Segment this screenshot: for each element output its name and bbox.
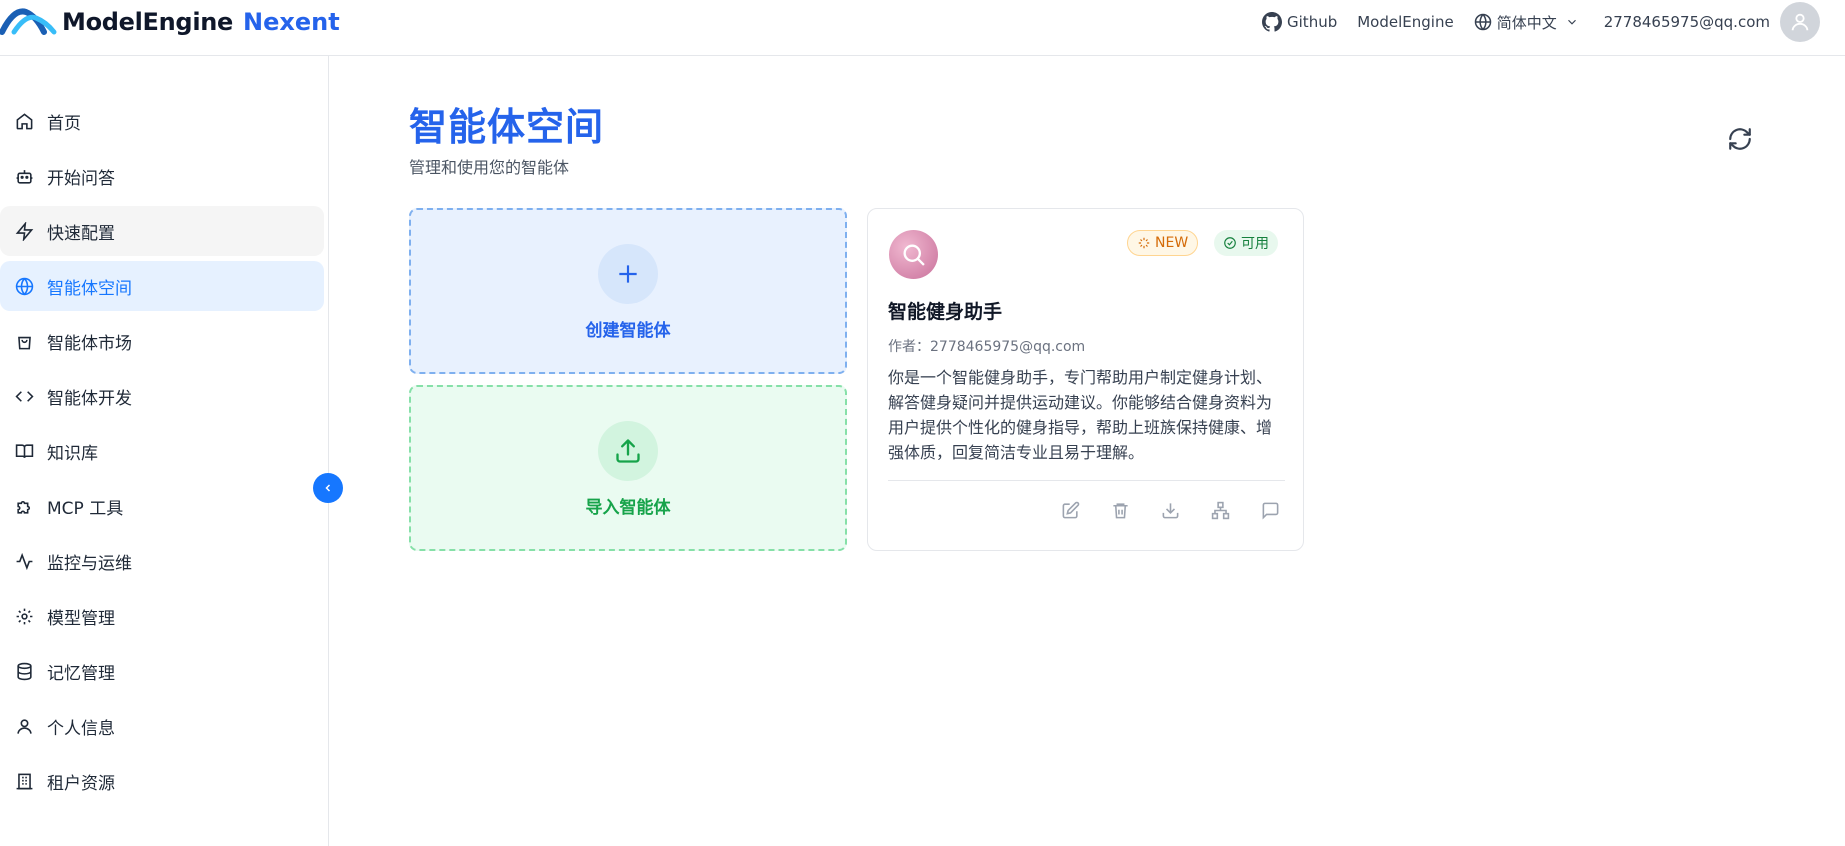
page-subtitle: 管理和使用您的智能体 xyxy=(409,158,570,177)
sidebar-item-agent-market[interactable]: 智能体市场 xyxy=(0,316,324,366)
status-badge-label: 可用 xyxy=(1241,236,1269,252)
user-icon xyxy=(14,716,34,736)
modelengine-link[interactable]: ModelEngine xyxy=(1357,13,1453,31)
status-badge: 可用 xyxy=(1214,230,1278,256)
github-icon xyxy=(1262,12,1283,32)
home-icon xyxy=(14,111,34,131)
new-badge: NEW xyxy=(1127,230,1199,256)
building-icon xyxy=(14,771,34,791)
brand-logo[interactable]: ModelEngine Nexent xyxy=(0,0,340,44)
sidebar-item-profile[interactable]: 个人信息 xyxy=(0,701,324,751)
modelengine-label: ModelEngine xyxy=(1357,13,1454,31)
trash-icon xyxy=(1112,502,1128,518)
agent-actions xyxy=(1033,497,1283,523)
new-badge-label: NEW xyxy=(1155,235,1189,251)
edit-icon xyxy=(1062,501,1079,518)
header-actions: Github ModelEngine 简体中文 2778465975@qq.co… xyxy=(1262,0,1845,44)
create-agent-card[interactable]: 创建智能体 xyxy=(409,208,847,374)
puzzle-icon xyxy=(14,496,34,516)
sitemap-icon xyxy=(1211,501,1229,519)
globe-icon xyxy=(14,276,34,296)
sidebar-item-label: 模型管理 xyxy=(47,608,115,629)
top-header: ModelEngine Nexent Github ModelEngine 简体… xyxy=(0,0,1845,56)
sidebar-item-tenant-resources[interactable]: 租户资源 xyxy=(0,756,324,806)
github-label: Github xyxy=(1287,13,1338,31)
agent-author: 作者：2778465975@qq.com xyxy=(888,339,1086,355)
sidebar-item-label: 记忆管理 xyxy=(47,663,115,684)
zap-icon xyxy=(14,221,34,241)
brand-name: ModelEngine xyxy=(62,8,234,36)
refresh-icon xyxy=(1729,128,1751,150)
sidebar-item-label: 智能体空间 xyxy=(47,278,132,299)
agent-avatar xyxy=(889,230,938,279)
chat-button[interactable] xyxy=(1257,497,1283,523)
sidebar-collapse-button[interactable] xyxy=(313,473,343,503)
shopping-bag-icon xyxy=(14,331,34,351)
sidebar-item-label: 个人信息 xyxy=(47,718,115,739)
delete-button[interactable] xyxy=(1107,497,1133,523)
database-icon xyxy=(14,661,34,681)
divider xyxy=(888,480,1285,481)
import-agent-circle xyxy=(598,421,658,481)
language-select[interactable]: 简体中文 xyxy=(1474,12,1584,33)
create-agent-label: 创建智能体 xyxy=(585,321,671,341)
agent-name: 智能健身助手 xyxy=(888,301,1003,323)
sidebar-item-knowledge[interactable]: 知识库 xyxy=(0,426,324,476)
message-icon xyxy=(1262,502,1278,520)
sparkle-icon xyxy=(1138,237,1150,249)
download-icon xyxy=(1162,502,1178,518)
sidebar-item-agent-space[interactable]: 智能体空间 xyxy=(0,261,324,311)
sidebar-item-label: MCP 工具 xyxy=(47,498,124,519)
relations-button[interactable] xyxy=(1207,497,1233,523)
brand-accent: Nexent xyxy=(243,8,340,36)
sidebar-item-models[interactable]: 模型管理 xyxy=(0,591,324,641)
sidebar-item-label: 租户资源 xyxy=(47,773,115,794)
sidebar-item-label: 智能体市场 xyxy=(47,333,132,354)
user-email: 2778465975@qq.com xyxy=(1603,13,1770,31)
gear-icon xyxy=(14,606,34,626)
sidebar-item-label: 知识库 xyxy=(47,443,98,464)
sidebar-item-label: 智能体开发 xyxy=(47,388,132,409)
avatar[interactable] xyxy=(1780,2,1820,42)
agent-card[interactable]: NEW 可用 智能健身助手 作者：2778465975@qq.com 你是一个智… xyxy=(867,208,1304,551)
refresh-button[interactable] xyxy=(1725,124,1755,154)
check-circle-icon xyxy=(1224,237,1236,249)
logo-mark-icon xyxy=(0,8,57,35)
language-label: 简体中文 xyxy=(1496,13,1557,32)
sidebar-item-home[interactable]: 首页 xyxy=(0,96,324,146)
sidebar-item-monitoring[interactable]: 监控与运维 xyxy=(0,536,324,586)
upload-icon xyxy=(616,439,640,463)
download-button[interactable] xyxy=(1157,497,1183,523)
book-icon xyxy=(14,441,34,461)
sidebar-item-label: 快速配置 xyxy=(47,223,115,244)
github-link[interactable]: Github xyxy=(1262,12,1337,32)
sidebar: 首页 开始问答 快速配置 智能体空间 智能体市场 智能体开发 知识库 MCP 工… xyxy=(0,56,329,846)
sidebar-item-label: 开始问答 xyxy=(47,168,115,189)
sidebar-item-label: 首页 xyxy=(47,113,81,134)
bot-icon xyxy=(14,166,34,186)
sidebar-item-label: 监控与运维 xyxy=(47,553,132,574)
code-icon xyxy=(14,386,34,406)
sidebar-item-memory[interactable]: 记忆管理 xyxy=(0,646,324,696)
chevron-left-icon xyxy=(325,484,331,492)
chevron-down-icon xyxy=(1567,19,1576,25)
import-agent-label: 导入智能体 xyxy=(585,498,671,518)
activity-icon xyxy=(14,551,34,571)
plus-icon xyxy=(619,265,637,283)
create-agent-circle xyxy=(598,244,658,304)
edit-button[interactable] xyxy=(1057,497,1083,523)
import-agent-card[interactable]: 导入智能体 xyxy=(409,385,847,551)
user-icon xyxy=(1791,13,1809,31)
page-title: 智能体空间 xyxy=(409,105,605,149)
sidebar-item-mcp-tools[interactable]: MCP 工具 xyxy=(0,481,324,531)
globe-icon xyxy=(1474,13,1491,31)
sidebar-item-quick-setup[interactable]: 快速配置 xyxy=(0,206,324,256)
sidebar-item-chat[interactable]: 开始问答 xyxy=(0,151,324,201)
search-icon xyxy=(903,244,925,266)
sidebar-item-agent-dev[interactable]: 智能体开发 xyxy=(0,371,324,421)
agent-description: 你是一个智能健身助手，专门帮助用户制定健身计划、解答健身疑问并提供运动建议。你能… xyxy=(888,368,1273,462)
